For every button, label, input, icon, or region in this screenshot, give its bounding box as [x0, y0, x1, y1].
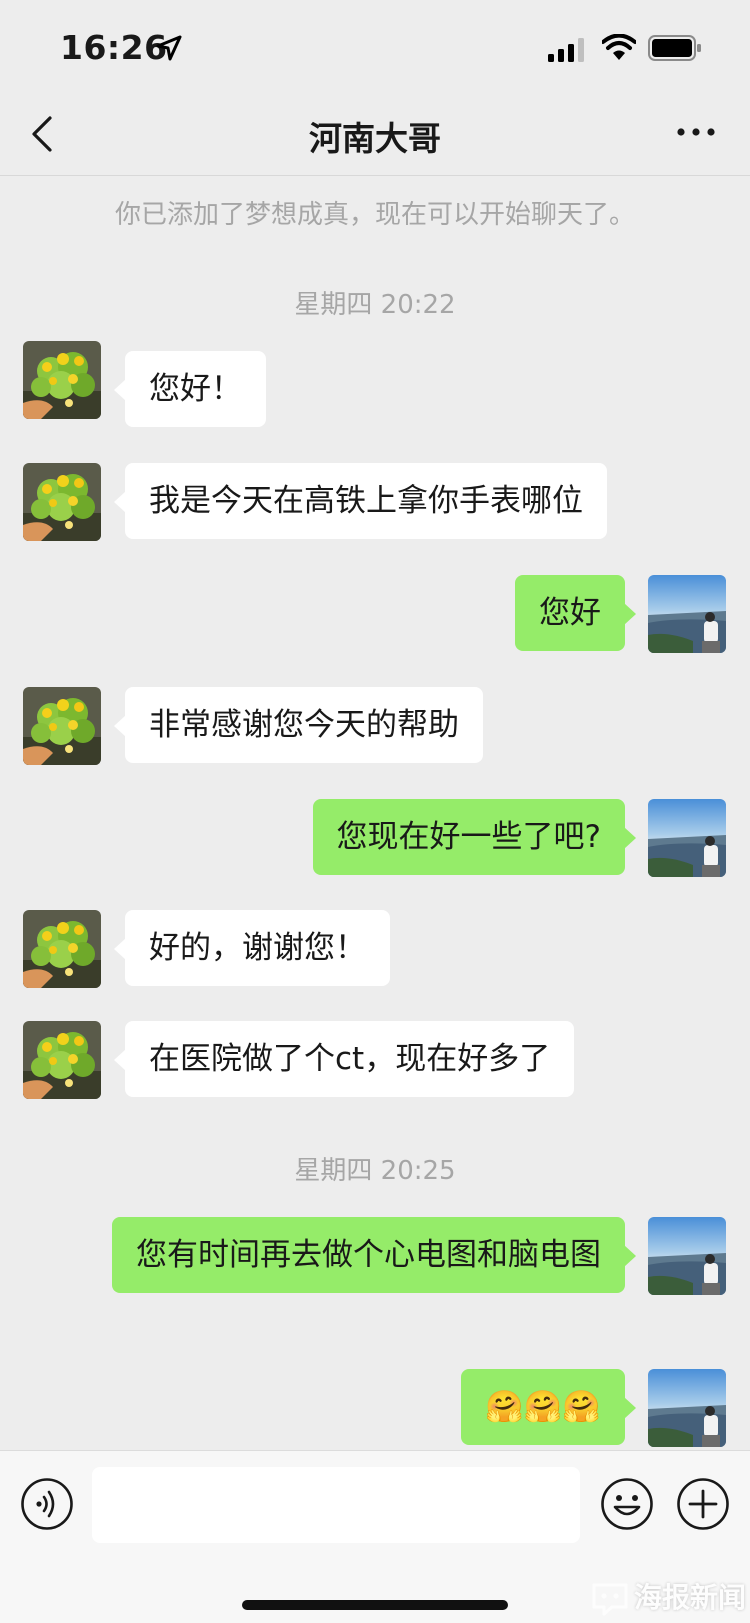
message-bubble-received[interactable]: 您好！: [114, 351, 266, 427]
my-avatar[interactable]: [648, 1217, 726, 1295]
message-bubble-received[interactable]: 好的，谢谢您！: [114, 910, 390, 986]
location-arrow-icon: [156, 35, 182, 61]
message-bubble-received[interactable]: 非常感谢您今天的帮助: [114, 687, 483, 763]
chat-header: 河南大哥: [0, 96, 750, 176]
my-avatar[interactable]: [648, 799, 726, 877]
message-bubble-sent[interactable]: 您有时间再去做个心电图和脑电图: [112, 1217, 636, 1293]
message-bubble-sent[interactable]: 🤗🤗🤗: [461, 1369, 636, 1445]
contact-avatar[interactable]: [23, 687, 101, 765]
watermark-text: 海报新闻: [634, 1581, 747, 1614]
battery-icon: [648, 35, 701, 61]
watermark-logo-icon: [592, 1583, 628, 1616]
home-indicator[interactable]: [242, 1600, 508, 1610]
my-avatar[interactable]: [648, 575, 726, 653]
contact-avatar[interactable]: [23, 463, 101, 541]
input-bar: 海报新闻: [0, 1450, 750, 1623]
contact-avatar[interactable]: [23, 910, 101, 988]
wifi-icon: [602, 34, 636, 60]
timestamp: 星期四 20:22: [294, 290, 456, 320]
message-bubble-received[interactable]: 我是今天在高铁上拿你手表哪位: [114, 463, 607, 539]
message-bubble-sent[interactable]: 您现在好一些了吧?: [312, 799, 637, 875]
status-bar: 16:26: [0, 0, 750, 96]
message-bubble-sent[interactable]: 您好: [515, 575, 636, 651]
my-avatar[interactable]: [648, 1369, 726, 1447]
timestamp: 星期四 20:25: [294, 1156, 456, 1186]
watermark: 海报新闻: [590, 1576, 746, 1617]
contact-avatar[interactable]: [23, 341, 101, 419]
status-time: 16:26: [60, 28, 168, 67]
message-bubble-received[interactable]: 在医院做了个ct，现在好多了: [113, 1021, 575, 1097]
chat-title: 河南大哥: [309, 119, 441, 158]
emoji-icon[interactable]: [600, 1477, 654, 1531]
more-options-icon[interactable]: [676, 122, 716, 142]
add-more-icon[interactable]: [676, 1477, 730, 1531]
cellular-signal-icon: [548, 38, 584, 62]
message-input[interactable]: [92, 1467, 580, 1543]
voice-input-icon[interactable]: [20, 1477, 74, 1531]
system-notice: 你已添加了梦想成真，现在可以开始聊天了。: [114, 200, 635, 230]
contact-avatar[interactable]: [23, 1021, 101, 1099]
